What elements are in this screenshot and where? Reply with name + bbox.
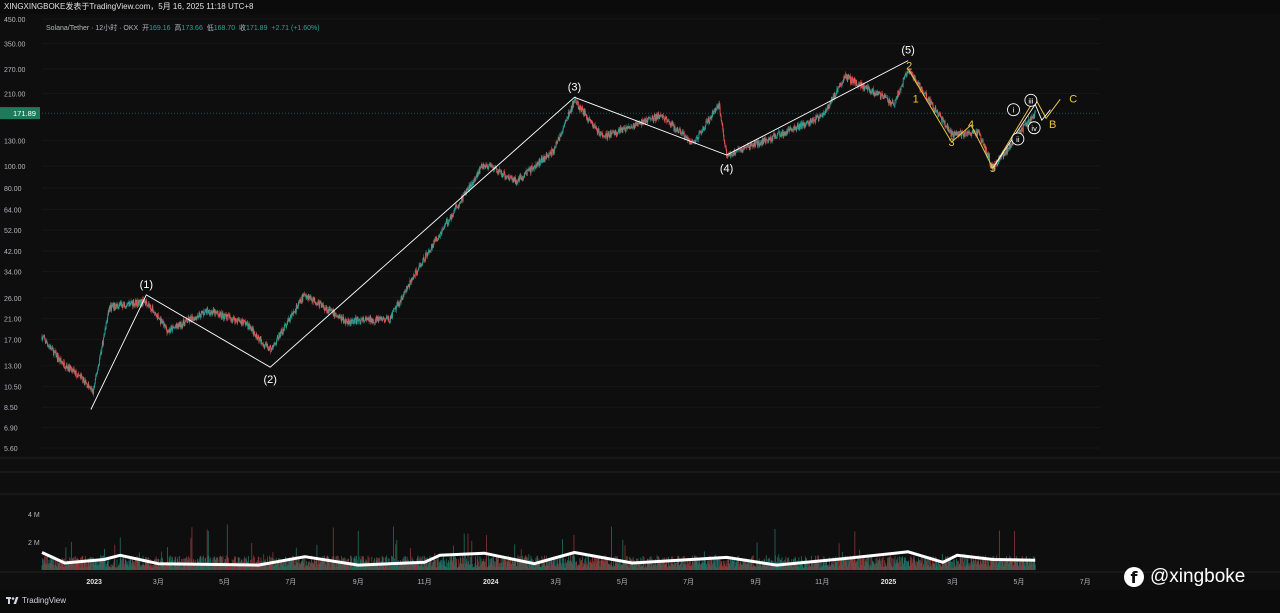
candle <box>850 76 851 83</box>
candle <box>750 145 752 147</box>
candle <box>854 80 856 85</box>
candle <box>351 320 353 324</box>
candle <box>835 91 837 95</box>
candle <box>719 106 721 114</box>
candle <box>575 99 577 103</box>
candle <box>744 147 746 149</box>
candle <box>778 131 780 136</box>
candle <box>711 116 713 119</box>
candle <box>708 118 710 121</box>
candle <box>246 321 248 326</box>
candle <box>425 253 427 261</box>
candle <box>95 375 97 380</box>
candle <box>704 125 706 129</box>
candle <box>217 311 219 315</box>
candle <box>413 274 415 276</box>
candle <box>323 304 324 308</box>
candle <box>254 334 256 337</box>
candle <box>544 158 546 162</box>
candle <box>392 311 393 318</box>
candle <box>723 134 725 140</box>
candle <box>155 312 157 315</box>
candle <box>722 129 724 135</box>
volume-bar <box>463 533 465 570</box>
candle <box>470 182 472 186</box>
candle <box>352 319 354 324</box>
candle <box>421 262 423 266</box>
candle <box>63 361 65 368</box>
candle <box>498 169 500 174</box>
candle <box>557 141 559 143</box>
candle <box>142 302 144 306</box>
candle <box>517 180 519 183</box>
grid-lines <box>0 18 1280 573</box>
candle <box>754 141 756 147</box>
candle <box>442 229 444 231</box>
price-chart[interactable]: (1)(2)(3)(4)(5)12345ABCiiiiiiiv 450.0035… <box>0 14 1280 590</box>
candle <box>96 370 98 374</box>
candle <box>136 299 137 306</box>
candle <box>260 336 262 340</box>
candle <box>444 224 446 229</box>
volume-bar <box>1034 564 1036 570</box>
candle <box>138 301 140 306</box>
candle <box>83 377 85 381</box>
candle <box>735 151 737 153</box>
candle <box>796 126 798 131</box>
candle <box>117 304 118 308</box>
candle <box>804 124 806 127</box>
candle <box>105 322 107 330</box>
candle <box>274 342 276 344</box>
publish-header: XINGXINGBOKE发表于TradingView.com，5月 16, 20… <box>0 0 1280 14</box>
candles <box>41 68 1036 397</box>
candle <box>526 170 528 176</box>
candle <box>206 308 208 314</box>
candle <box>508 176 510 179</box>
candle <box>837 86 839 92</box>
candle <box>102 337 104 345</box>
volume-bar <box>611 526 612 570</box>
candle <box>356 319 358 325</box>
candle <box>698 133 700 139</box>
candle <box>653 117 655 121</box>
candle <box>720 115 722 121</box>
candle <box>75 370 77 377</box>
candle <box>506 176 508 178</box>
candle <box>204 312 205 315</box>
publish-line: XINGXINGBOKE发表于TradingView.com，5月 16, 20… <box>4 2 254 11</box>
